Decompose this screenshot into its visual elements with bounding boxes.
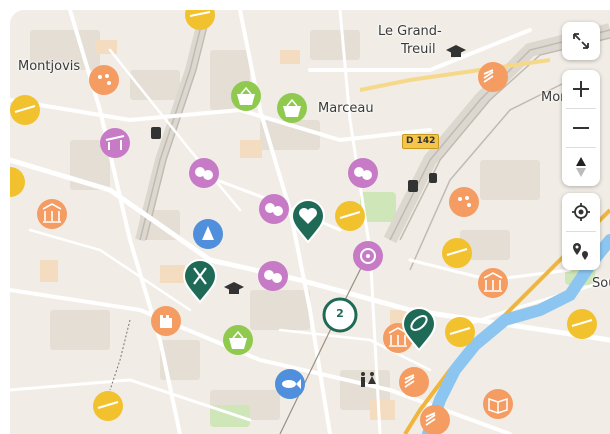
cluster-count[interactable]: 2 (330, 307, 350, 320)
playground-icon (567, 309, 597, 339)
route-button[interactable] (562, 232, 600, 270)
route-icon (573, 243, 588, 260)
plus-icon (573, 81, 589, 97)
restaurant-pin-icon[interactable] (182, 259, 218, 304)
map-canvas[interactable] (10, 10, 610, 434)
zoom-control[interactable] (562, 70, 600, 186)
zoom-out-button[interactable] (562, 109, 600, 147)
aquarium-fish-icon (275, 369, 305, 399)
road-shield-d142: D 142 (402, 134, 440, 149)
playground-icon (93, 391, 123, 421)
compass-button[interactable] (562, 148, 600, 186)
playground-icon (10, 95, 40, 125)
place-label-montjovis: Montjovis (18, 59, 81, 74)
market-basket-icon (223, 325, 253, 355)
theater-icon (189, 158, 219, 188)
location-control[interactable] (562, 193, 600, 270)
playground-icon (335, 201, 365, 231)
place-label-le-grand: Le Grand- (378, 24, 442, 39)
main-road-d142 (359, 58, 551, 92)
map-frame[interactable]: Le Grand- Treuil Montjovis Marceau Mor S… (10, 10, 610, 434)
theater-icon (348, 158, 378, 188)
art-palette-icon (89, 65, 119, 95)
library-icon (483, 389, 513, 419)
compass-icon (576, 157, 586, 177)
fountain-icon (399, 367, 429, 397)
fullscreen-button[interactable] (562, 22, 600, 60)
minus-icon (573, 127, 589, 129)
museum-icon (37, 199, 67, 229)
zoo-icon (100, 128, 130, 158)
playground-icon (10, 167, 25, 197)
fountain-icon (478, 62, 508, 92)
museum-icon (478, 268, 508, 298)
fullscreen-icon (573, 33, 589, 49)
art-palette-icon (449, 187, 479, 217)
fountain-icon (420, 405, 450, 434)
sports-icon (193, 219, 223, 249)
place-label-sou: Sou (592, 276, 610, 291)
fullscreen-control[interactable] (562, 22, 600, 60)
locate-me-button[interactable] (562, 193, 600, 231)
cinema-icon (353, 241, 383, 271)
playground-icon (442, 238, 472, 268)
playground-icon (445, 317, 475, 347)
theater-icon (258, 261, 288, 291)
place-label-treuil: Treuil (401, 42, 436, 57)
locate-icon (572, 203, 590, 221)
castle-icon (151, 306, 181, 336)
place-label-marceau: Marceau (318, 101, 374, 116)
zoom-in-button[interactable] (562, 70, 600, 108)
playground-icon (185, 10, 215, 30)
theater-icon (259, 194, 289, 224)
market-basket-icon (277, 93, 307, 123)
market-basket-icon (231, 81, 261, 111)
